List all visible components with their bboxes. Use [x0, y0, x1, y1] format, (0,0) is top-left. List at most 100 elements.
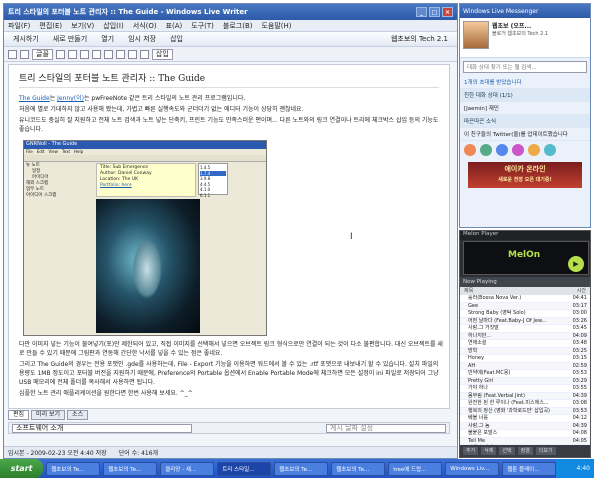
app-icon[interactable] — [528, 144, 540, 156]
guide-link[interactable]: The Guide — [19, 95, 50, 102]
bold-icon[interactable] — [55, 49, 65, 59]
menu-edit[interactable]: 편집(E) — [39, 21, 62, 31]
taskbar-task[interactable]: 웹툰 플레이... — [502, 461, 557, 476]
playlist-row[interactable]: Strong Baby (영탁 Solo) 03:00 — [460, 310, 590, 318]
tab-edit[interactable]: 편집 — [8, 410, 30, 420]
taskbar-task[interactable]: tree에 드랍... — [388, 461, 443, 476]
invite-notice[interactable]: 1개의 초대를 받았습니다 — [460, 76, 590, 89]
taskbar-task[interactable]: Windows Liv... — [445, 461, 500, 476]
minimize-icon[interactable]: _ — [416, 7, 427, 17]
tab-preview[interactable]: 미리 보기 — [31, 410, 66, 420]
play-button[interactable]: ▶ — [568, 256, 584, 272]
menu-file[interactable]: 파일(F) — [8, 21, 30, 31]
playlist-row[interactable]: Gee 03:17 — [460, 302, 590, 310]
maximize-icon[interactable]: □ — [429, 7, 440, 17]
category-dropdown[interactable]: 소프트웨어 소개 — [12, 423, 192, 433]
jenny-link[interactable]: Jenny(이) — [57, 95, 84, 102]
playlist-row[interactable]: AH 02:59 — [460, 362, 590, 370]
playlist-row[interactable]: 베블 너를 04:12 — [460, 415, 590, 423]
underline-icon[interactable] — [79, 49, 89, 59]
paragraph-6: 심플한 노트 관리 애플리케이션을 원한다면 한번 사용해 보세요. ^_^ — [19, 390, 193, 397]
avatar[interactable] — [463, 21, 489, 49]
playlist-row[interactable]: Pretty Girl 03:29 — [460, 377, 590, 385]
playlist: 흘러(Bossa Nova Ver.) 04:41 Gee 03:17 Strong B… — [460, 295, 590, 446]
screenshot-menu-item: File — [26, 149, 33, 154]
app-icon[interactable] — [512, 144, 524, 156]
playlist-row[interactable]: 만약에(Feat.MC몽) 03:53 — [460, 370, 590, 378]
start-button[interactable]: start — [0, 459, 44, 478]
writer-menubar: 파일(F) 편집(E) 보기(V) 삽입(I) 서식(O) 표(A) 도구(T)… — [4, 20, 457, 32]
add-button[interactable]: 추가 — [463, 447, 479, 455]
menu-view[interactable]: 보기(V) — [71, 21, 94, 31]
contact-search-input[interactable]: 대화 상대 찾기 또는 웹 검색... — [463, 61, 587, 73]
app-icon[interactable] — [464, 144, 476, 156]
category-bar: 소프트웨어 소개 게시 날짜 설정 — [8, 422, 450, 434]
contact-item[interactable]: [Jaemin] 재민 — [460, 102, 590, 115]
sort-button[interactable]: 정렬 — [517, 447, 533, 455]
insert-dropdown[interactable]: 삽입 — [151, 48, 173, 60]
playlist-row[interactable]: 사랑,그 놈 04:39 — [460, 422, 590, 430]
select-button[interactable]: 선택 — [499, 447, 515, 455]
artwork-figure — [132, 239, 162, 299]
playlist-row[interactable]: 흘러(Bossa Nova Ver.) 04:41 — [460, 295, 590, 303]
profile-message[interactable]: 블로거 웹초보의 Tech 2.1 — [492, 30, 548, 37]
align-left-icon[interactable] — [91, 49, 101, 59]
playlist-row[interactable]: 방학 03:25 — [460, 347, 590, 355]
bullets-icon[interactable] — [115, 49, 125, 59]
undo-icon[interactable] — [8, 49, 17, 59]
embedded-screenshot[interactable]: GNRNoll - The Guide File Edit View Text … — [23, 140, 267, 336]
playlist-row[interactable]: 사랑,그 거짓말 03:45 — [460, 325, 590, 333]
playlist-row[interactable]: 가야 하나 03:55 — [460, 385, 590, 393]
contact-group[interactable]: 친한 대화 상대 (1/1) — [460, 89, 590, 102]
playlist-row[interactable]: 행복의 정신 (영화 '과학로드만' 삽입곡) 03:53 — [460, 407, 590, 415]
playlist-row[interactable]: 연애소설 03:48 — [460, 340, 590, 348]
taskbar-task[interactable]: 웹초보의 Te... — [331, 461, 386, 476]
delete-button[interactable]: 삭제 — [481, 447, 497, 455]
whats-new-item[interactable]: 이 친구들의 Twitter(을)를 업데이트했습니다 — [460, 128, 590, 141]
open-button[interactable]: 열기 — [96, 32, 119, 46]
more-button[interactable]: 더보기 — [535, 447, 556, 455]
taskbar-task[interactable]: 웹초보의 Te... — [103, 461, 158, 476]
col-title[interactable]: 제목 — [464, 287, 473, 295]
taskbar-task[interactable]: 클리앙 - 새... — [160, 461, 215, 476]
image-icon[interactable] — [139, 49, 149, 59]
new-button[interactable]: 새로 만들기 — [48, 32, 92, 46]
app-icon[interactable] — [496, 144, 508, 156]
insert-button[interactable]: 삽입 — [165, 32, 188, 46]
menu-help[interactable]: 도움말(H) — [261, 21, 291, 31]
app-icon[interactable] — [480, 144, 492, 156]
playlist-row[interactable]: 어떤 날마다 (Feat.Baby-J Of Jew... 03:26 — [460, 317, 590, 325]
playlist-row[interactable]: Honey 03:15 — [460, 355, 590, 363]
song-title: Tell Me — [468, 437, 486, 444]
font-dropdown[interactable]: 글꼴 — [32, 48, 53, 60]
redo-icon[interactable] — [20, 49, 29, 59]
blog-selector[interactable]: 웹초보의 Tech 2.1 — [386, 32, 453, 46]
col-time[interactable]: 시간 — [577, 287, 586, 295]
save-draft-button[interactable]: 임시 저장 — [123, 32, 161, 46]
post-title[interactable]: 트리 스타일의 포터블 노트 관리자 :: The Guide — [19, 71, 439, 88]
taskbar-task[interactable]: 웹초보의 Te... — [274, 461, 329, 476]
publish-button[interactable]: 게시하기 — [8, 32, 44, 46]
tab-source[interactable]: 소스 — [67, 410, 89, 420]
playlist-row[interactable]: 완전한 된 한 루이나 (Feat.미스에스... 03:08 — [460, 400, 590, 408]
messenger-ad-banner[interactable]: 에이카 온라인 새로운 전장 오픈 대기중! — [468, 162, 582, 188]
italic-icon[interactable] — [67, 49, 77, 59]
publish-date-field[interactable]: 게시 날짜 설정 — [326, 423, 446, 433]
profile-name[interactable]: 웹초보 (오프... — [492, 21, 548, 30]
taskbar-task[interactable]: 웹초보의 Te... — [46, 461, 101, 476]
menu-table[interactable]: 표(A) — [166, 21, 183, 31]
playlist-row[interactable]: 하나지만... 04:09 — [460, 332, 590, 340]
playlist-row[interactable]: Tell Me 04:05 — [460, 437, 590, 445]
menu-format[interactable]: 서식(O) — [133, 21, 157, 31]
menu-insert[interactable]: 삽입(I) — [103, 21, 123, 31]
align-center-icon[interactable] — [103, 49, 113, 59]
app-icon[interactable] — [544, 144, 556, 156]
editor-document[interactable]: 트리 스타일의 포터블 노트 관리자 :: The Guide The Guid… — [8, 64, 450, 409]
menu-blog[interactable]: 블로그(B) — [223, 21, 253, 31]
playlist-row[interactable]: 몸부림 (Feat.Verbal Jint) 04:39 — [460, 392, 590, 400]
menu-tools[interactable]: 도구(T) — [191, 21, 214, 31]
taskbar-task[interactable]: 트리 스타일... — [217, 461, 272, 476]
close-icon[interactable]: × — [442, 7, 453, 17]
link-icon[interactable] — [127, 49, 137, 59]
playlist-row[interactable]: 불붙은 포말스 04:08 — [460, 430, 590, 438]
